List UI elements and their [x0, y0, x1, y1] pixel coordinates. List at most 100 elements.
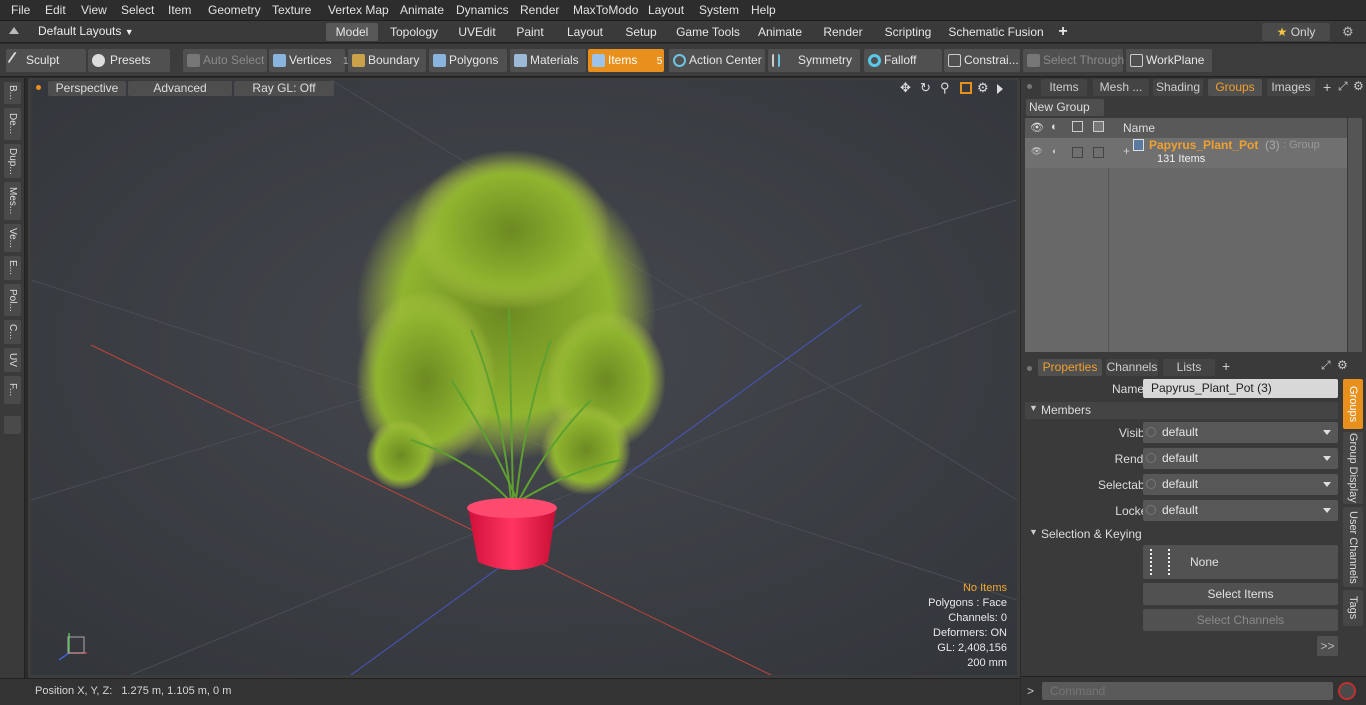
only-button[interactable]: ★ Only — [1262, 23, 1330, 41]
materials-button[interactable]: Materials — [510, 49, 586, 72]
command-input[interactable] — [1042, 682, 1333, 700]
menu-maxtomodo[interactable]: MaxToModo — [573, 3, 638, 17]
auto-select-button[interactable]: Auto Select — [183, 49, 267, 72]
row-lock-checkbox[interactable] — [1093, 147, 1104, 158]
move-view-icon[interactable]: ✥ — [900, 80, 911, 96]
side-tab-group-display[interactable]: Group Display — [1343, 432, 1363, 504]
menu-layout[interactable]: Layout — [648, 3, 684, 17]
tab-model[interactable]: Model — [326, 23, 378, 41]
vertices-button[interactable]: Vertices 1 — [269, 49, 349, 72]
rotate-view-icon[interactable]: ↻ — [920, 80, 931, 96]
action-center-button[interactable]: Action Center — [669, 49, 765, 72]
menu-help[interactable]: Help — [751, 3, 776, 17]
menu-view[interactable]: View — [81, 3, 107, 17]
tab-schematic-fusion[interactable]: Schematic Fusion — [946, 23, 1046, 41]
row-select-checkbox[interactable] — [1072, 147, 1083, 158]
select-lock-icon[interactable] — [1072, 121, 1083, 132]
tab-lists[interactable]: Lists — [1163, 359, 1215, 376]
members-section[interactable]: ▼ Members — [1025, 402, 1338, 419]
tab-scripting[interactable]: Scripting — [878, 23, 938, 41]
expand-icon[interactable]: + — [1123, 144, 1130, 158]
menu-system[interactable]: System — [699, 3, 739, 17]
group-list-scrollbar[interactable] — [1348, 118, 1362, 352]
props-dot-icon[interactable] — [1027, 366, 1032, 371]
constraints-button[interactable]: Constrai... — [944, 49, 1020, 72]
left-tab-polygon[interactable]: Pol... — [4, 284, 21, 316]
menu-dynamics[interactable]: Dynamics — [456, 3, 509, 17]
left-tab-uv[interactable]: UV — [4, 348, 21, 372]
row-render-icon[interactable]: ◐ — [1052, 146, 1057, 156]
new-group-button[interactable]: New Group — [1026, 99, 1104, 116]
left-tab-extra[interactable] — [4, 416, 21, 434]
items-button[interactable]: Items 5 — [588, 49, 664, 72]
side-tab-user-channels[interactable]: User Channels — [1343, 507, 1363, 587]
tab-channels[interactable]: Channels — [1106, 359, 1158, 376]
left-tab-basic[interactable]: B... — [4, 82, 21, 104]
menu-edit[interactable]: Edit — [45, 3, 66, 17]
perspective-button[interactable]: Perspective — [48, 81, 126, 96]
left-tab-fusion[interactable]: F... — [4, 376, 21, 404]
viewport-3d[interactable]: Perspective Advanced Ray GL: Off ✥ ↻ ⚲ ⚙… — [31, 80, 1017, 675]
advanced-button[interactable]: Advanced — [128, 81, 232, 96]
tab-layout[interactable]: Layout — [560, 23, 610, 41]
select-channels-button[interactable]: Select Channels — [1143, 609, 1338, 631]
tab-groups[interactable]: Groups — [1208, 79, 1262, 96]
menu-texture[interactable]: Texture — [272, 3, 311, 17]
tab-game-tools[interactable]: Game Tools — [672, 23, 744, 41]
tab-uvedit[interactable]: UVEdit — [452, 23, 502, 41]
viewport-gear-icon[interactable]: ⚙ — [977, 80, 989, 96]
tab-mesh[interactable]: Mesh ... — [1093, 79, 1149, 96]
name-field[interactable]: Papyrus_Plant_Pot (3) — [1143, 379, 1338, 398]
tab-setup[interactable]: Setup — [618, 23, 664, 41]
viewport-dot-icon[interactable] — [36, 85, 41, 90]
select-through-button[interactable]: Select Through — [1023, 49, 1124, 72]
raygl-button[interactable]: Ray GL: Off — [234, 81, 334, 96]
symmetry-button[interactable]: Symmetry — [768, 49, 860, 72]
render-dropdown[interactable]: default — [1143, 448, 1338, 469]
left-tab-duplicate[interactable]: Dup... — [4, 144, 21, 178]
eye-icon[interactable]: 👁 — [1030, 121, 1044, 134]
menu-file[interactable]: File — [11, 3, 30, 17]
polygons-button[interactable]: Polygons — [429, 49, 507, 72]
menu-vertex-map[interactable]: Vertex Map — [328, 3, 389, 17]
panel-dot-icon[interactable] — [1027, 84, 1032, 89]
menu-render[interactable]: Render — [520, 3, 559, 17]
left-tab-mesh[interactable]: Mes... — [4, 182, 21, 220]
more-button[interactable]: >> — [1317, 636, 1338, 656]
side-tab-tags[interactable]: Tags — [1343, 590, 1363, 626]
add-tab-icon[interactable]: + — [1323, 79, 1331, 95]
menu-animate[interactable]: Animate — [400, 3, 444, 17]
sculpt-button[interactable]: Sculpt — [6, 49, 86, 72]
left-tab-deform[interactable]: De... — [4, 108, 21, 140]
panel-gear-icon[interactable]: ⚙ — [1353, 79, 1364, 93]
workplane-button[interactable]: WorkPlane — [1126, 49, 1212, 72]
left-tab-edge[interactable]: E... — [4, 256, 21, 280]
selection-keying-section[interactable]: ▼ Selection & Keying — [1025, 526, 1338, 543]
lock-icon[interactable] — [1093, 121, 1104, 132]
select-items-button[interactable]: Select Items — [1143, 583, 1338, 605]
presets-button[interactable]: Presets — [88, 49, 170, 72]
locked-dropdown[interactable]: default — [1143, 500, 1338, 521]
props-add-tab-icon[interactable]: + — [1222, 358, 1230, 374]
gear-icon[interactable]: ⚙ — [1342, 24, 1354, 40]
layout-up-icon[interactable] — [9, 27, 19, 34]
tab-items[interactable]: Items — [1041, 79, 1087, 96]
record-icon[interactable] — [1338, 682, 1356, 700]
menu-select[interactable]: Select — [121, 3, 154, 17]
tab-images[interactable]: Images — [1267, 79, 1315, 96]
props-maximize-icon[interactable]: ⤢ — [1321, 358, 1331, 373]
falloff-button[interactable]: Falloff — [864, 49, 942, 72]
props-gear-icon[interactable]: ⚙ — [1337, 358, 1348, 372]
menu-geometry[interactable]: Geometry — [208, 3, 261, 17]
tab-animate[interactable]: Animate — [752, 23, 808, 41]
render-icon[interactable]: ◐ — [1051, 121, 1058, 133]
default-layouts-dropdown[interactable]: Default Layouts ▼ — [38, 24, 134, 38]
menu-item[interactable]: Item — [168, 3, 191, 17]
fit-view-icon[interactable] — [960, 82, 972, 94]
boundary-button[interactable]: Boundary — [348, 49, 426, 72]
tab-properties[interactable]: Properties — [1038, 359, 1102, 376]
visible-dropdown[interactable]: default — [1143, 422, 1338, 443]
tab-render[interactable]: Render — [816, 23, 870, 41]
row-eye-icon[interactable]: 👁 — [1031, 146, 1042, 157]
tab-topology[interactable]: Topology — [384, 23, 444, 41]
